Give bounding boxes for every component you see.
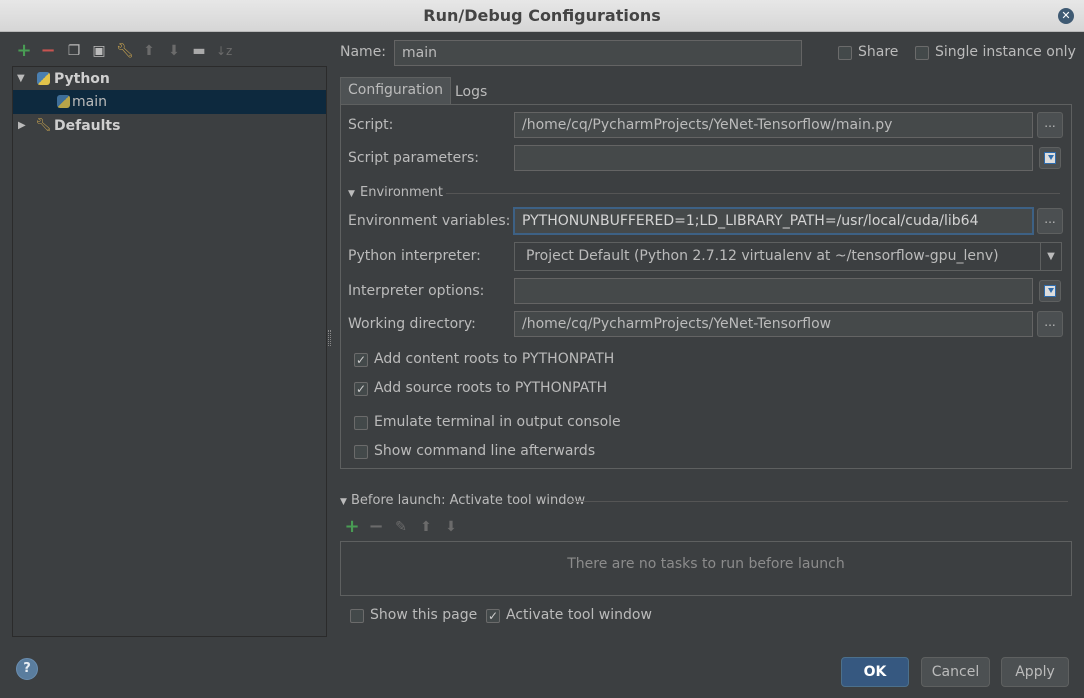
script-label: Script:	[348, 117, 394, 133]
share-label: Share	[858, 44, 899, 60]
tab-logs[interactable]: Logs	[447, 79, 495, 104]
emulate-terminal-label: Emulate terminal in output console	[374, 414, 621, 430]
section-divider	[568, 501, 1068, 502]
source-roots-label: Add source roots to PYTHONPATH	[374, 380, 608, 396]
source-roots-checkbox[interactable]: ✓	[354, 382, 368, 396]
tree-item-python[interactable]: ▼ Python	[13, 67, 326, 91]
script-input[interactable]: /home/cq/PycharmProjects/YeNet-Tensorflo…	[514, 112, 1033, 138]
workdir-label: Working directory:	[348, 316, 476, 332]
move-up-icon[interactable]: ⬆	[418, 519, 434, 535]
emulate-terminal-checkbox[interactable]	[354, 416, 368, 430]
environment-collapse-icon[interactable]: ▼	[348, 189, 355, 199]
splitter-handle[interactable]	[328, 330, 331, 346]
script-params-label: Script parameters:	[348, 150, 479, 166]
content-roots-label: Add content roots to PYTHONPATH	[374, 351, 615, 367]
interpreter-select[interactable]: Project Default (Python 2.7.12 virtualen…	[514, 242, 1062, 271]
tree-item-label: Python	[54, 71, 110, 87]
workdir-browse-button[interactable]: ...	[1037, 311, 1063, 337]
activate-tool-checkbox[interactable]: ✓	[486, 609, 500, 623]
wrench-icon[interactable]: 🔧︎	[116, 43, 134, 59]
wrench-icon: 🔧︎	[35, 118, 52, 133]
env-vars-browse-button[interactable]: ...	[1037, 208, 1063, 234]
tab-configuration[interactable]: Configuration	[340, 77, 451, 104]
add-task-icon[interactable]: +	[344, 518, 360, 536]
copy-icon[interactable]: ❐	[66, 43, 82, 59]
close-icon[interactable]: ✕	[1058, 8, 1074, 24]
activate-tool-label: Activate tool window	[506, 607, 652, 623]
collapse-arrow-icon[interactable]: ▶	[18, 114, 26, 138]
expand-field-button[interactable]	[1039, 280, 1061, 302]
move-down-icon[interactable]: ⬇	[166, 43, 182, 59]
share-checkbox[interactable]	[838, 46, 852, 60]
show-page-checkbox[interactable]	[350, 609, 364, 623]
script-params-input[interactable]	[514, 145, 1033, 171]
before-launch-collapse-icon[interactable]: ▼	[340, 497, 347, 507]
folder-icon[interactable]: ▬	[191, 43, 207, 59]
window-title: Run/Debug Configurations	[423, 6, 661, 25]
tree-item-defaults[interactable]: ▶ 🔧︎ Defaults	[13, 114, 326, 138]
expand-field-button[interactable]	[1039, 147, 1061, 169]
before-launch-title: Before launch: Activate tool window	[351, 493, 586, 508]
single-instance-label: Single instance only	[935, 44, 1076, 60]
single-instance-checkbox[interactable]	[915, 46, 929, 60]
tree-item-main[interactable]: main	[13, 90, 326, 114]
interp-options-input[interactable]	[514, 278, 1033, 304]
name-label: Name:	[340, 44, 387, 60]
env-vars-label: Environment variables:	[348, 213, 511, 229]
chevron-down-icon[interactable]: ▼	[1040, 243, 1061, 270]
show-page-label: Show this page	[370, 607, 478, 623]
show-cmdline-checkbox[interactable]	[354, 445, 368, 459]
remove-icon[interactable]: −	[40, 42, 56, 60]
interp-options-label: Interpreter options:	[348, 283, 485, 299]
tree-item-label: main	[72, 94, 107, 110]
sort-icon[interactable]: ↓z	[216, 43, 232, 59]
before-launch-task-list: There are no tasks to run before launch	[340, 541, 1072, 596]
script-browse-button[interactable]: ...	[1037, 112, 1063, 138]
name-input[interactable]: main	[394, 40, 802, 66]
env-vars-input[interactable]: PYTHONUNBUFFERED=1;LD_LIBRARY_PATH=/usr/…	[514, 208, 1033, 234]
apply-button[interactable]: Apply	[1001, 657, 1069, 687]
ok-button[interactable]: OK	[841, 657, 909, 687]
empty-tasks-text: There are no tasks to run before launch	[567, 556, 845, 572]
interpreter-selected-value: Project Default (Python 2.7.12 virtualen…	[526, 248, 999, 264]
python-icon	[57, 95, 70, 108]
expand-icon	[1044, 285, 1056, 297]
environment-section-title: Environment	[360, 185, 444, 200]
edit-task-icon[interactable]: ✎	[393, 519, 409, 535]
move-up-icon[interactable]: ⬆	[141, 43, 157, 59]
show-cmdline-label: Show command line afterwards	[374, 443, 596, 459]
add-icon[interactable]: +	[16, 42, 32, 60]
tree-item-label: Defaults	[54, 118, 121, 134]
expand-icon	[1044, 152, 1056, 164]
expand-arrow-icon[interactable]: ▼	[17, 67, 25, 91]
config-tree: ▼ Python main ▶ 🔧︎ Defaults	[12, 66, 327, 637]
title-bar: Run/Debug Configurations	[0, 0, 1084, 32]
move-down-icon[interactable]: ⬇	[443, 519, 459, 535]
save-icon[interactable]: ▣	[91, 43, 107, 59]
help-button[interactable]: ?	[16, 658, 38, 680]
cancel-button[interactable]: Cancel	[921, 657, 990, 687]
python-icon	[37, 72, 50, 85]
interpreter-label: Python interpreter:	[348, 248, 481, 264]
workdir-input[interactable]: /home/cq/PycharmProjects/YeNet-Tensorflo…	[514, 311, 1033, 337]
remove-task-icon[interactable]: −	[368, 518, 384, 536]
section-divider	[446, 193, 1060, 194]
content-roots-checkbox[interactable]: ✓	[354, 353, 368, 367]
